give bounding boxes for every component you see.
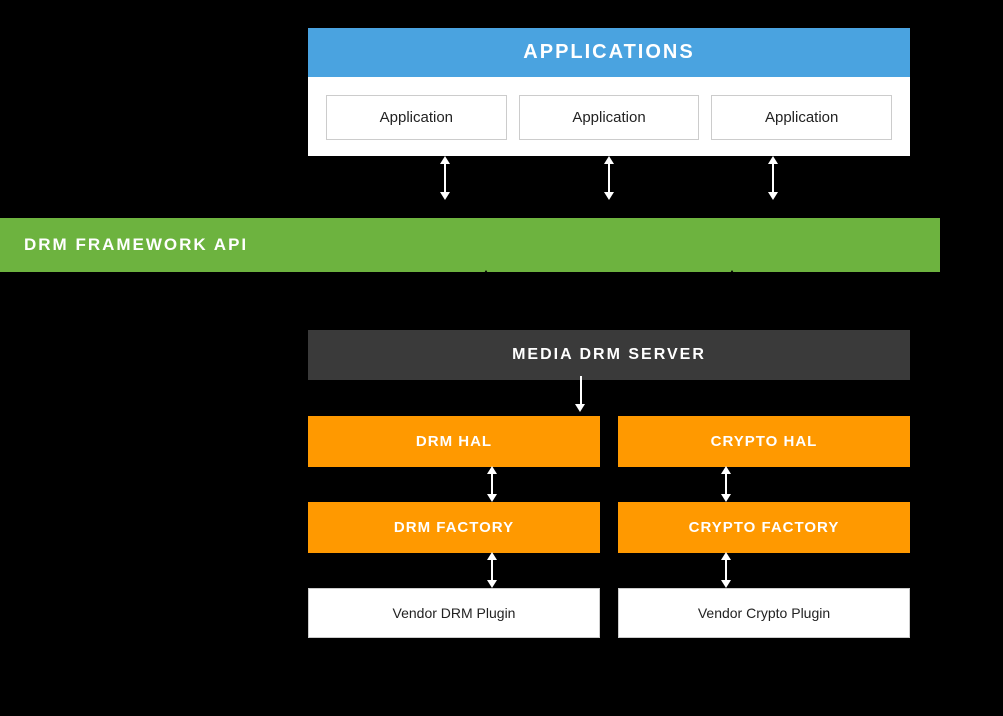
vendor-crypto-plugin-box: Vendor Crypto Plugin bbox=[618, 588, 910, 638]
factory-row: DRM FACTORY CRYPTO FACTORY bbox=[308, 502, 910, 553]
mid-arrows-section bbox=[308, 270, 910, 330]
crypto-hal-box: CRYPTO HAL bbox=[618, 416, 910, 467]
vendor-row: Vendor DRM Plugin Vendor Crypto Plugin bbox=[308, 588, 910, 638]
factory-arrows bbox=[308, 552, 910, 588]
hal-arrows bbox=[308, 466, 910, 502]
applications-block: APPLICATIONS Application Application App… bbox=[308, 28, 910, 200]
crypto-factory-box: CRYPTO FACTORY bbox=[618, 502, 910, 553]
application-box-3: Application bbox=[711, 95, 892, 140]
server-arrow-line bbox=[580, 376, 582, 406]
vendor-drm-plugin-box: Vendor DRM Plugin bbox=[308, 588, 600, 638]
drm-framework-bar: DRM FRAMEWORK API bbox=[0, 218, 940, 272]
arrow-2 bbox=[604, 156, 614, 200]
applications-header: APPLICATIONS bbox=[308, 28, 910, 77]
server-arrow-head bbox=[575, 404, 585, 412]
arrow-3 bbox=[768, 156, 778, 200]
drm-factory-box: DRM FACTORY bbox=[308, 502, 600, 553]
hal-row: DRM HAL CRYPTO HAL bbox=[308, 416, 910, 467]
application-box-2: Application bbox=[519, 95, 700, 140]
drm-framework-label: DRM FRAMEWORK API bbox=[24, 235, 248, 255]
media-drm-server: MEDIA DRM SERVER bbox=[308, 330, 910, 380]
application-box-1: Application bbox=[326, 95, 507, 140]
drm-hal-box: DRM HAL bbox=[308, 416, 600, 467]
mid-arrow-1 bbox=[481, 270, 491, 330]
mid-arrow-2 bbox=[727, 270, 737, 330]
arrow-1 bbox=[440, 156, 450, 200]
